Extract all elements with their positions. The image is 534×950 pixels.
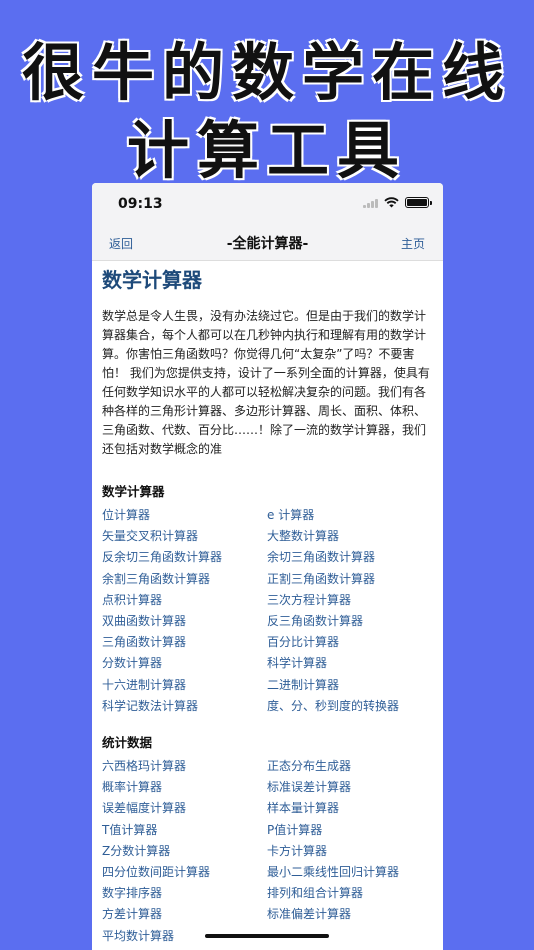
calculator-link-list: 位计算器 e 计算器 矢量交叉积计算器 大整数计算器 反余切三角函数计算器 余切三角函数计… xyxy=(102,505,433,717)
calculator-link[interactable]: 反余切三角函数计算器 xyxy=(102,547,267,568)
calculator-link[interactable]: 位计算器 xyxy=(102,505,267,526)
calculator-link-list: 六西格玛计算器 正态分布生成器 概率计算器 标准误差计算器 误差幅度计算器 样本量计算器 T… xyxy=(102,756,433,947)
section-title: 统计数据 xyxy=(102,735,153,751)
calculator-link[interactable]: 度、分、秒到度的转换器 xyxy=(267,696,437,717)
calculator-link[interactable]: 大整数计算器 xyxy=(267,526,437,547)
phone-screen: 09:13 返回 -全能计算器- 主页 数学计算器 数学总是令人生畏，没有办法绕… xyxy=(92,183,443,950)
wifi-icon xyxy=(384,197,399,208)
calculator-link[interactable]: 科学计算器 xyxy=(267,653,437,674)
calculator-link[interactable]: 矢量交叉积计算器 xyxy=(102,526,267,547)
calculator-link[interactable]: 科学记数法计算器 xyxy=(102,696,267,717)
home-button[interactable]: 主页 xyxy=(401,235,425,252)
calculator-link[interactable]: 误差幅度计算器 xyxy=(102,798,267,819)
calculator-link[interactable]: 最小二乘线性回归计算器 xyxy=(267,862,437,883)
status-time: 09:13 xyxy=(118,196,163,212)
calculator-link[interactable]: 标准误差计算器 xyxy=(267,777,437,798)
calculator-link[interactable]: 六西格玛计算器 xyxy=(102,756,267,777)
calculator-link[interactable]: P值计算器 xyxy=(267,820,437,841)
calculator-link[interactable]: 余切三角函数计算器 xyxy=(267,547,437,568)
section-title: 数学计算器 xyxy=(102,484,165,499)
calculator-link[interactable]: 卡方计算器 xyxy=(267,841,437,862)
promo-title-line2: 计算工具 xyxy=(126,114,407,187)
calculator-link[interactable]: 点积计算器 xyxy=(102,590,267,611)
cellular-signal-icon xyxy=(363,198,378,208)
calculator-link[interactable]: 正态分布生成器 xyxy=(267,756,437,777)
navigation-bar: 返回 -全能计算器- 主页 xyxy=(92,223,443,261)
calculator-link[interactable]: 数字排序器 xyxy=(102,883,267,904)
calculator-link[interactable]: e 计算器 xyxy=(267,505,437,526)
calculator-link[interactable]: 样本量计算器 xyxy=(267,798,437,819)
battery-icon xyxy=(405,197,432,208)
promo-title-line1: 很牛的数学在线 xyxy=(21,36,512,109)
calculator-link[interactable]: 三角函数计算器 xyxy=(102,632,267,653)
calculator-link[interactable]: 反三角函数计算器 xyxy=(267,611,437,632)
status-bar: 09:13 xyxy=(92,183,443,223)
home-indicator xyxy=(205,934,329,938)
calculator-link[interactable]: 标准偏差计算器 xyxy=(267,904,437,925)
page-title: 数学计算器 xyxy=(102,268,202,292)
calculator-link[interactable]: 双曲函数计算器 xyxy=(102,611,267,632)
calculator-link[interactable]: 正割三角函数计算器 xyxy=(267,569,437,590)
calculator-link[interactable]: 分数计算器 xyxy=(102,653,267,674)
calculator-link[interactable]: T值计算器 xyxy=(102,820,267,841)
calculator-link[interactable]: 四分位数间距计算器 xyxy=(102,862,267,883)
calculator-link[interactable]: 余割三角函数计算器 xyxy=(102,569,267,590)
calculator-link[interactable]: 百分比计算器 xyxy=(267,632,437,653)
page-content: 数学计算器 数学总是令人生畏，没有办法绕过它。但是由于我们的数学计算器集合，每个… xyxy=(92,264,443,947)
status-icons xyxy=(363,197,432,208)
calculator-link[interactable]: Z分数计算器 xyxy=(102,841,267,862)
calculator-link[interactable]: 排列和组合计算器 xyxy=(267,883,437,904)
calculator-link[interactable]: 二进制计算器 xyxy=(267,675,437,696)
intro-paragraph: 数学总是令人生畏，没有办法绕过它。但是由于我们的数学计算器集合，每个人都可以在几… xyxy=(102,309,430,456)
sections-container: 数学计算器位计算器 e 计算器 矢量交叉积计算器 大整数计算器 反余切三角函数计算器 余切… xyxy=(102,481,433,947)
calculator-link[interactable]: 概率计算器 xyxy=(102,777,267,798)
nav-title: -全能计算器- xyxy=(226,236,309,252)
calculator-link[interactable]: 十六进制计算器 xyxy=(102,675,267,696)
calculator-link[interactable]: 方差计算器 xyxy=(102,904,267,925)
calculator-link[interactable]: 三次方程计算器 xyxy=(267,590,437,611)
